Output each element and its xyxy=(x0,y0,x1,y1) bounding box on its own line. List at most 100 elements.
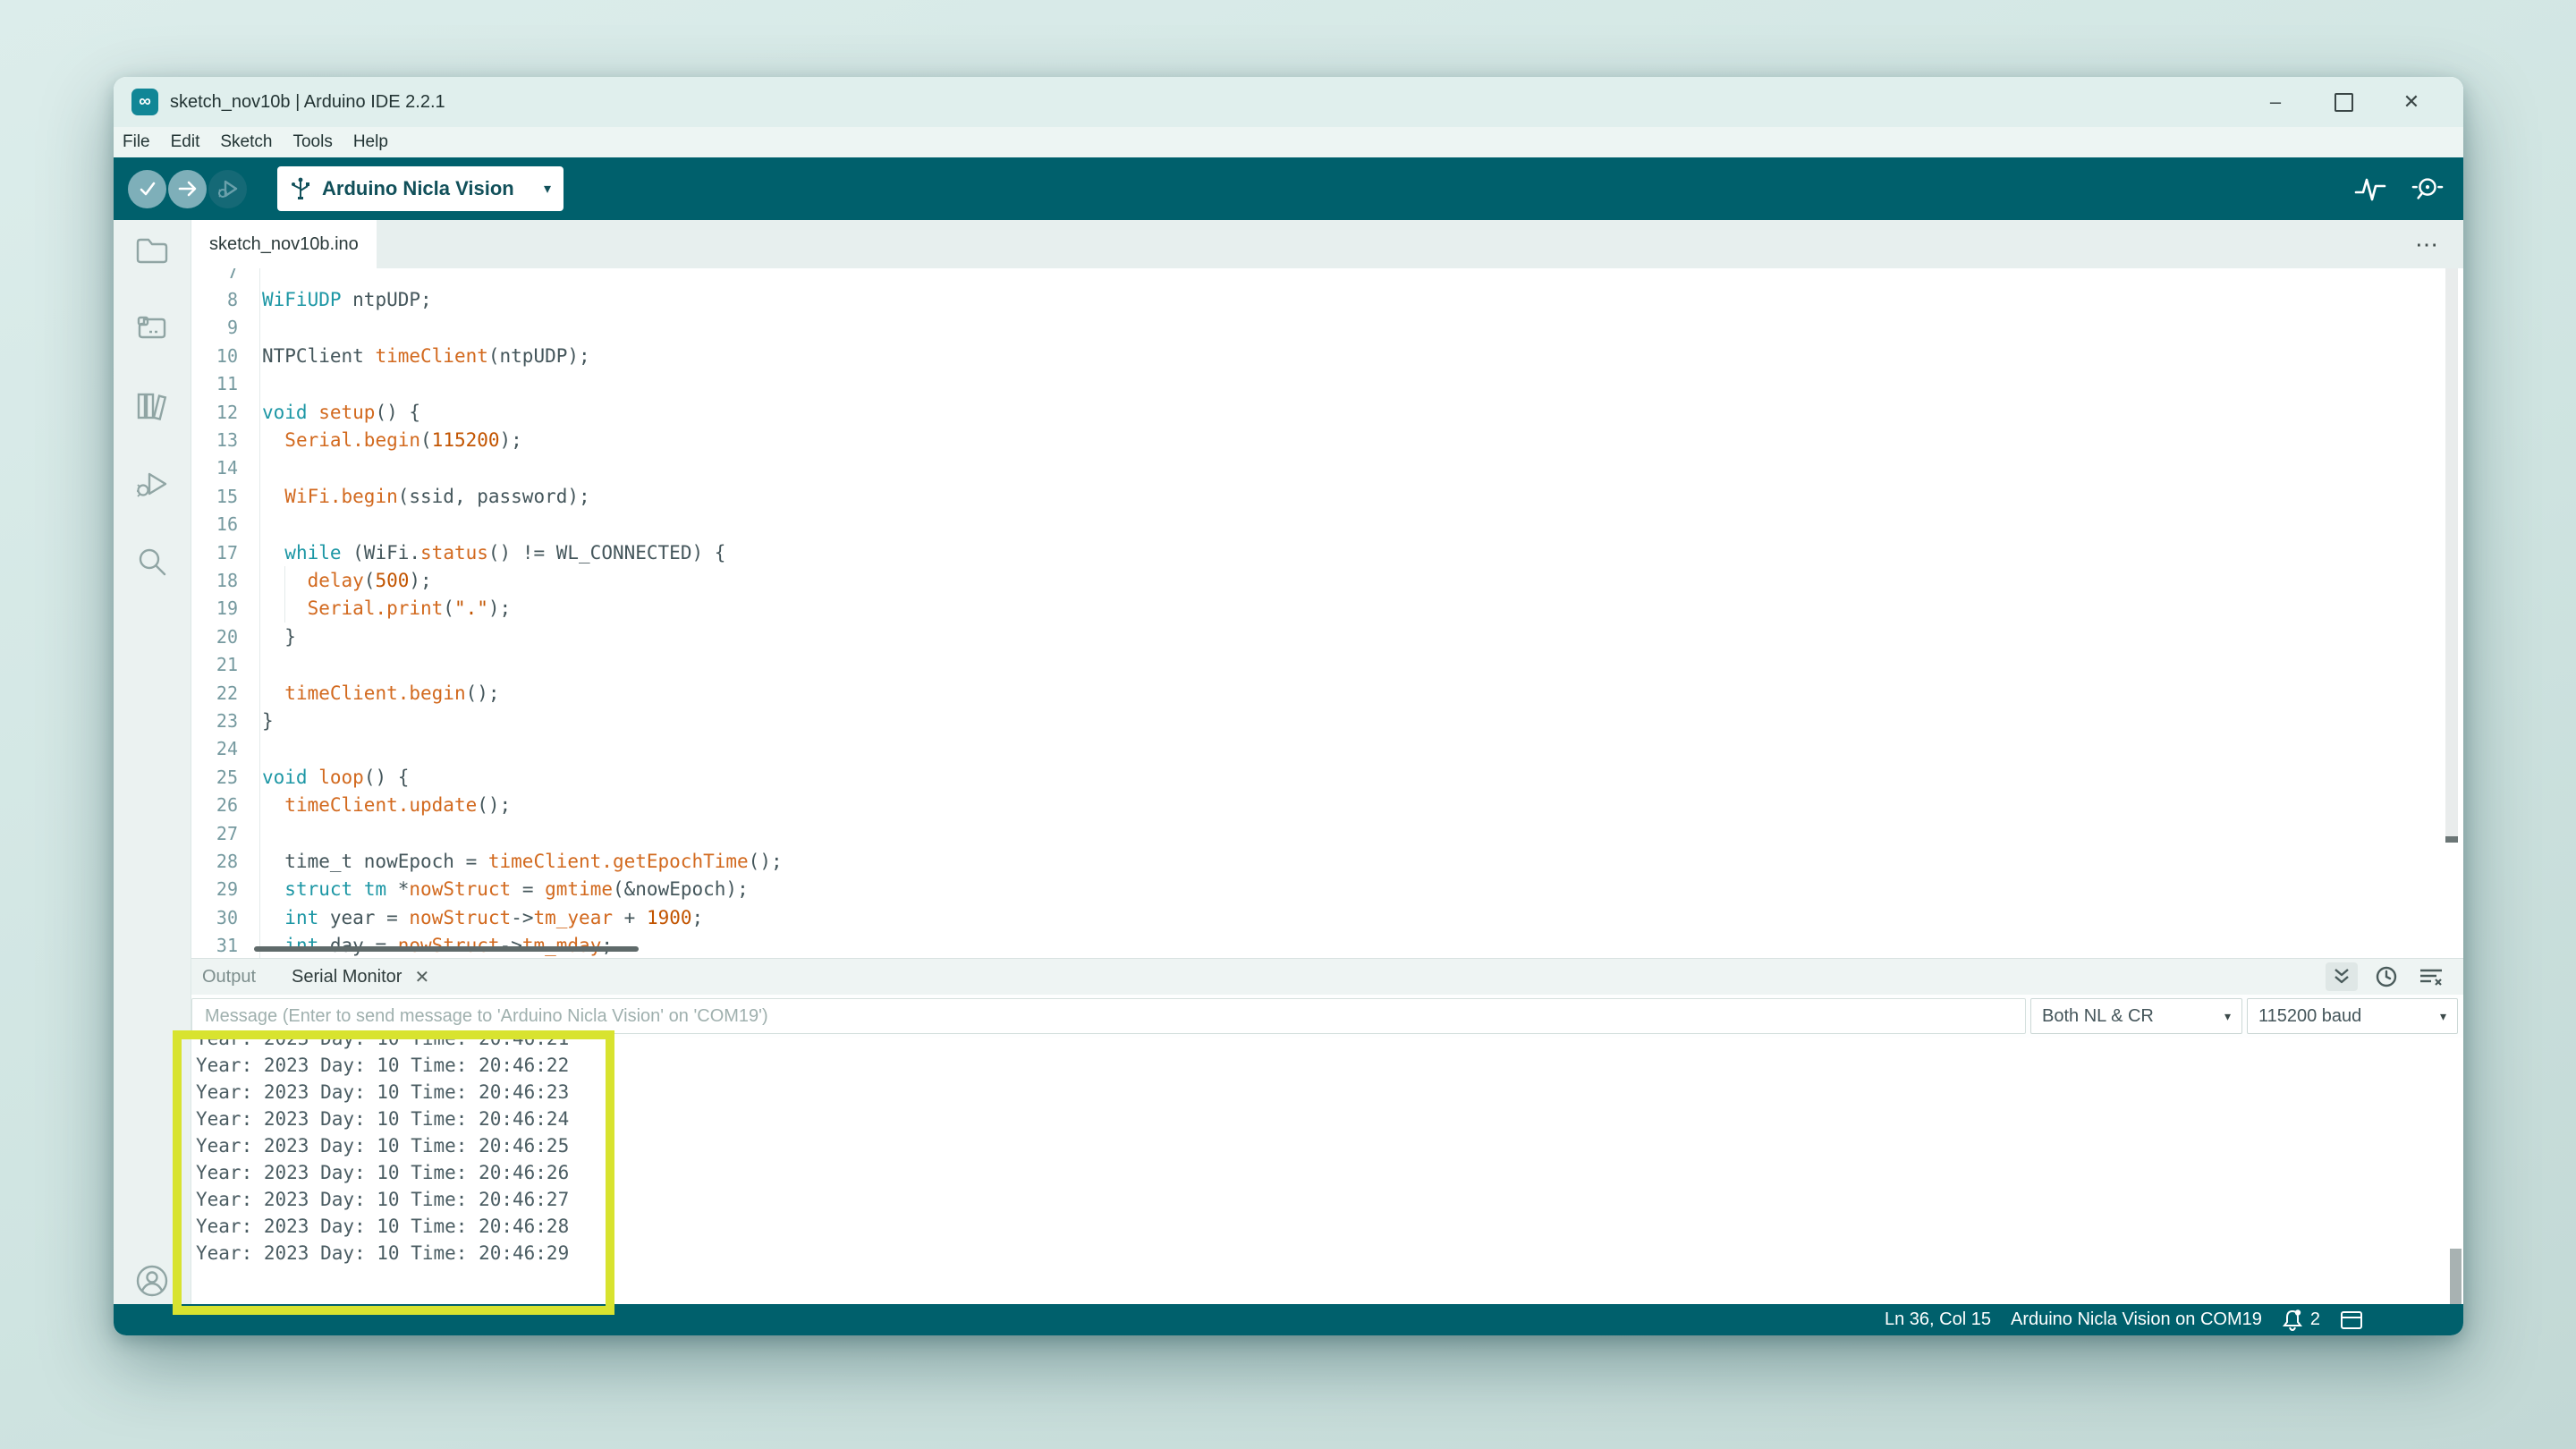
code-line[interactable]: 19 Serial.print("."); xyxy=(191,595,2463,623)
code-line[interactable]: 27 xyxy=(191,819,2463,847)
search-icon xyxy=(136,546,168,578)
serial-plotter-button[interactable] xyxy=(2354,173,2386,205)
editor-column: sketch_nov10b.ino ⋯ 78WiFiUDP ntpUDP;910… xyxy=(191,220,2463,1304)
code-line[interactable]: 14 xyxy=(191,454,2463,482)
line-number: 8 xyxy=(191,289,238,310)
account-icon xyxy=(134,1263,170,1299)
code-text: WiFiUDP ntpUDP; xyxy=(262,289,432,310)
horizontal-scrollbar[interactable] xyxy=(254,946,639,952)
menu-item-sketch[interactable]: Sketch xyxy=(220,132,272,152)
serial-output-line: Year: 2023 Day: 10 Time: 20:46:22 xyxy=(196,1052,2463,1079)
code-line[interactable]: 28 time_t nowEpoch = timeClient.getEpoch… xyxy=(191,847,2463,875)
code-line[interactable]: 24 xyxy=(191,735,2463,763)
code-text: } xyxy=(262,710,274,732)
close-serial-tab-icon[interactable]: ✕ xyxy=(414,966,429,988)
sidebar-item-search[interactable] xyxy=(134,544,170,580)
code-line[interactable]: 25void loop() { xyxy=(191,763,2463,791)
serial-monitor-output[interactable]: Year: 2023 Day: 10 Time: 20:46:21Year: 2… xyxy=(191,1038,2463,1304)
sidebar-item-library-manager[interactable] xyxy=(134,388,170,424)
code-line[interactable]: 7 xyxy=(191,268,2463,285)
code-line[interactable]: 16 xyxy=(191,511,2463,538)
line-number: 23 xyxy=(191,710,238,732)
maximize-button[interactable] xyxy=(2309,77,2377,127)
toggle-panel-button[interactable] xyxy=(2340,1310,2363,1330)
serial-output-line: Year: 2023 Day: 10 Time: 20:46:27 xyxy=(196,1186,2463,1213)
close-icon: ✕ xyxy=(2403,90,2419,114)
serial-output-line: Year: 2023 Day: 10 Time: 20:46:21 xyxy=(196,1038,2463,1052)
code-line[interactable]: 26 timeClient.update(); xyxy=(191,791,2463,818)
line-number: 22 xyxy=(191,682,238,704)
menu-item-edit[interactable]: Edit xyxy=(171,132,200,152)
bug-play-icon xyxy=(135,469,169,499)
line-number: 28 xyxy=(191,851,238,872)
code-line[interactable]: 12void setup() { xyxy=(191,398,2463,426)
autoscroll-toggle[interactable] xyxy=(2326,962,2358,991)
line-ending-dropdown[interactable]: Both NL & CR ▾ xyxy=(2030,998,2242,1034)
code-line[interactable]: 30 int year = nowStruct->tm_year + 1900; xyxy=(191,903,2463,931)
clear-output-button[interactable] xyxy=(2415,962,2447,991)
close-button[interactable]: ✕ xyxy=(2377,77,2445,127)
menu-item-help[interactable]: Help xyxy=(353,132,388,152)
tab-sketch-file[interactable]: sketch_nov10b.ino xyxy=(191,220,377,268)
window-controls: – ✕ xyxy=(2241,77,2445,127)
code-text: Serial.print("."); xyxy=(262,597,511,619)
minimize-button[interactable]: – xyxy=(2241,77,2309,127)
line-number: 12 xyxy=(191,402,238,423)
code-line[interactable]: 29 struct tm *nowStruct = gmtime(&nowEpo… xyxy=(191,876,2463,903)
code-line[interactable]: 22 timeClient.begin(); xyxy=(191,679,2463,707)
activity-sidebar xyxy=(114,220,191,1304)
tab-serial-monitor[interactable]: Serial Monitor xyxy=(292,967,402,987)
line-number: 27 xyxy=(191,823,238,844)
baud-rate-value: 115200 baud xyxy=(2258,1006,2361,1027)
account-button[interactable] xyxy=(134,1263,170,1299)
more-actions-icon[interactable]: ⋯ xyxy=(2415,231,2440,258)
tab-label: sketch_nov10b.ino xyxy=(209,234,359,255)
line-number: 13 xyxy=(191,429,238,451)
sidebar-item-debug[interactable] xyxy=(134,466,170,502)
code-text: WiFi.begin(ssid, password); xyxy=(262,486,590,507)
toolbar: Arduino Nicla Vision ▾ xyxy=(114,157,2463,220)
code-line[interactable]: 20 } xyxy=(191,623,2463,650)
serial-scrollbar[interactable] xyxy=(2450,1249,2462,1304)
debug-button[interactable] xyxy=(208,170,247,208)
verify-button[interactable] xyxy=(128,170,166,208)
code-text: while (WiFi.status() != WL_CONNECTED) { xyxy=(262,542,725,564)
timestamp-toggle[interactable] xyxy=(2370,962,2402,991)
code-line[interactable]: 31 int day = nowStruct->tm_mday; xyxy=(191,931,2463,958)
code-text: delay(500); xyxy=(262,570,432,591)
code-line[interactable]: 17 while (WiFi.status() != WL_CONNECTED)… xyxy=(191,538,2463,566)
line-number: 10 xyxy=(191,345,238,367)
notification-count: 2 xyxy=(2310,1309,2320,1330)
upload-button[interactable] xyxy=(168,170,207,208)
vertical-scrollbar[interactable] xyxy=(2445,268,2458,841)
code-line[interactable]: 13 Serial.begin(115200); xyxy=(191,426,2463,453)
code-editor[interactable]: 7 8 WiFiUDP ntpUDP; 910NTPClient timeClient… xyxy=(191,268,2463,958)
menu-item-tools[interactable]: Tools xyxy=(292,132,332,152)
notifications[interactable]: 2 xyxy=(2282,1309,2320,1332)
serial-output-line: Year: 2023 Day: 10 Time: 20:46:29 xyxy=(196,1240,2463,1267)
code-line[interactable]: 8 WiFiUDP ntpUDP; xyxy=(191,285,2463,313)
scrollbar-cursor-marker xyxy=(2445,836,2458,843)
serial-monitor-button[interactable] xyxy=(2411,173,2444,205)
code-line[interactable]: 11 xyxy=(191,370,2463,398)
arduino-ide-window: ∞ sketch_nov10b | Arduino IDE 2.2.1 – ✕ … xyxy=(114,77,2463,1335)
title-bar: ∞ sketch_nov10b | Arduino IDE 2.2.1 – ✕ xyxy=(114,77,2463,127)
code-line[interactable]: 15 WiFi.begin(ssid, password); xyxy=(191,482,2463,510)
serial-output-line: Year: 2023 Day: 10 Time: 20:46:23 xyxy=(196,1079,2463,1106)
sidebar-item-sketchbook[interactable] xyxy=(134,233,170,268)
menu-item-file[interactable]: File xyxy=(123,132,150,152)
clock-icon xyxy=(2375,965,2398,988)
board-selector[interactable]: Arduino Nicla Vision ▾ xyxy=(277,166,564,211)
code-line[interactable]: 18 delay(500); xyxy=(191,566,2463,594)
serial-message-input[interactable] xyxy=(191,998,2026,1034)
code-line[interactable]: 23} xyxy=(191,707,2463,734)
bell-icon xyxy=(2282,1309,2303,1332)
baud-rate-dropdown[interactable]: 115200 baud ▾ xyxy=(2247,998,2458,1034)
code-line[interactable]: 21 xyxy=(191,650,2463,678)
line-number: 19 xyxy=(191,597,238,619)
tab-output[interactable]: Output xyxy=(202,967,256,987)
sidebar-item-boards-manager[interactable] xyxy=(134,310,170,346)
code-line[interactable]: 10NTPClient timeClient(ntpUDP); xyxy=(191,342,2463,369)
code-line[interactable]: 9 xyxy=(191,314,2463,342)
board-port-status[interactable]: Arduino Nicla Vision on COM19 xyxy=(2011,1309,2262,1330)
